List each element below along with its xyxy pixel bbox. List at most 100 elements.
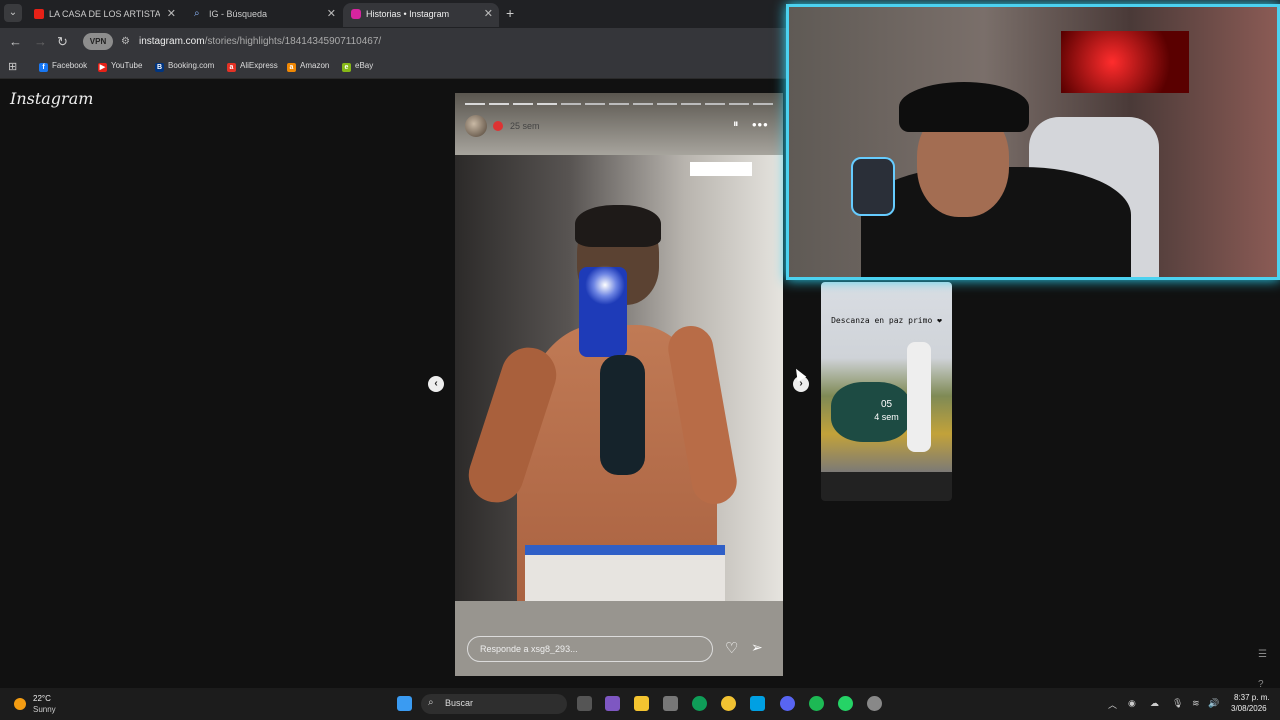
bookmark-booking[interactable]: B Booking.com bbox=[155, 61, 214, 72]
previous-story-button[interactable]: ‹ bbox=[428, 376, 444, 392]
photo-bottle bbox=[600, 355, 645, 475]
progress-segment bbox=[609, 103, 629, 105]
taskbar-search[interactable]: ⌕ Buscar bbox=[421, 694, 567, 714]
amazon-icon: a bbox=[287, 63, 296, 72]
tray-app-icon[interactable]: ◉ bbox=[1128, 698, 1136, 709]
story-photo[interactable] bbox=[455, 155, 783, 601]
pause-button[interactable]: ⏸ bbox=[733, 118, 739, 131]
tab-label: Historias • Instagram bbox=[366, 9, 450, 19]
weather-condition[interactable]: Sunny bbox=[33, 705, 56, 714]
tab-ig-search[interactable]: ⌕ IG - Búsqueda ✕ bbox=[186, 3, 342, 27]
new-tab-button[interactable]: + bbox=[506, 5, 514, 21]
url-field[interactable]: instagram.com/stories/highlights/1841434… bbox=[139, 36, 381, 47]
taskbar-search-label: Buscar bbox=[445, 698, 474, 708]
wifi-icon[interactable]: ≋ bbox=[1192, 698, 1200, 709]
vpn-badge[interactable]: VPN bbox=[83, 33, 113, 50]
story-progress-bars bbox=[465, 103, 773, 106]
thumbnail-day: 05 bbox=[880, 399, 893, 410]
reply-input[interactable] bbox=[467, 636, 713, 662]
chevron-up-icon[interactable]: ︿ bbox=[1108, 698, 1117, 711]
settings-icon[interactable] bbox=[867, 696, 882, 711]
avatar[interactable] bbox=[465, 115, 487, 137]
story-sticker bbox=[690, 162, 752, 176]
tab-youtube[interactable]: LA CASA DE LOS ARTISTAS: OV ✕ bbox=[26, 3, 182, 27]
sliders-icon[interactable]: ☰ bbox=[1258, 649, 1267, 660]
clock-date[interactable]: 3/08/2026 bbox=[1231, 704, 1267, 713]
spotify-icon[interactable] bbox=[809, 696, 824, 711]
aliexpress-icon: a bbox=[227, 63, 236, 72]
forward-arrow-icon[interactable]: → bbox=[34, 34, 47, 49]
progress-segment bbox=[729, 103, 749, 105]
task-view-icon[interactable] bbox=[577, 696, 592, 711]
search-icon: ⌕ bbox=[428, 697, 434, 708]
progress-segment bbox=[465, 103, 485, 105]
discord-icon[interactable] bbox=[780, 696, 795, 711]
tab-instagram-stories[interactable]: Historias • Instagram ✕ bbox=[343, 3, 499, 27]
chrome-icon[interactable] bbox=[721, 696, 736, 711]
progress-segment bbox=[753, 103, 773, 105]
search-icon: ⌕ bbox=[194, 8, 200, 19]
apps-grid-icon[interactable]: ⊞ bbox=[8, 60, 17, 73]
thumbnail-age: 4 sem bbox=[874, 412, 899, 422]
send-icon[interactable]: ➢ bbox=[751, 639, 763, 656]
bookmark-ebay[interactable]: e eBay bbox=[342, 61, 373, 72]
bookmark-label: YouTube bbox=[111, 61, 143, 70]
story-header: 25 sem ⏸ ••• bbox=[455, 93, 783, 155]
facebook-icon: f bbox=[39, 63, 48, 72]
taskbar: 22°C Sunny ⌕ Buscar ︿ ◉ ☁ 🎙 ≋ 🔊 8:37 p. … bbox=[0, 688, 1280, 720]
progress-segment bbox=[537, 103, 557, 105]
close-icon[interactable]: ✕ bbox=[167, 3, 176, 25]
edge-icon[interactable] bbox=[692, 696, 707, 711]
ebay-icon: e bbox=[342, 63, 351, 72]
cloud-icon[interactable]: ☁ bbox=[1150, 698, 1159, 709]
tab-search-button[interactable]: ⌄ bbox=[4, 4, 22, 22]
more-options-button[interactable]: ••• bbox=[752, 117, 769, 132]
progress-segment bbox=[705, 103, 725, 105]
sun-icon[interactable] bbox=[14, 698, 26, 710]
weather-temperature[interactable]: 22°C bbox=[33, 694, 51, 703]
bookmark-label: eBay bbox=[355, 61, 374, 70]
progress-segment bbox=[681, 103, 701, 105]
copilot-icon[interactable] bbox=[605, 696, 620, 711]
progress-segment bbox=[657, 103, 677, 105]
webcam-microphone bbox=[851, 157, 895, 216]
webcam-streamer-cap bbox=[899, 82, 1029, 132]
close-icon[interactable]: ✕ bbox=[327, 3, 336, 25]
site-settings-icon[interactable]: ⚙ bbox=[121, 36, 130, 47]
progress-segment bbox=[633, 103, 653, 105]
highlight-emoji-icon bbox=[493, 121, 503, 131]
file-explorer-icon[interactable] bbox=[634, 696, 649, 711]
url-path: /stories/highlights/18414345907110467/ bbox=[204, 36, 382, 47]
heart-icon[interactable]: ♡ bbox=[725, 639, 738, 657]
volume-icon[interactable]: 🔊 bbox=[1208, 698, 1219, 709]
webcam-tv-screen bbox=[1061, 31, 1189, 93]
youtube-icon: ▶ bbox=[98, 63, 107, 72]
reload-icon[interactable]: ↻ bbox=[57, 34, 68, 50]
story-footer: ♡ ➢ bbox=[455, 601, 783, 676]
bookmark-label: Facebook bbox=[52, 61, 88, 70]
bookmark-label: AliExpress bbox=[240, 61, 278, 70]
windows-start-icon[interactable] bbox=[397, 696, 412, 711]
next-story-thumbnail[interactable]: Descanza en paz primo ❤ 05 4 sem bbox=[821, 282, 952, 501]
instagram-logo[interactable]: Instagram bbox=[10, 89, 93, 108]
clock-time[interactable]: 8:37 p. m. bbox=[1234, 693, 1270, 702]
progress-segment bbox=[585, 103, 605, 105]
bookmark-amazon[interactable]: a Amazon bbox=[287, 61, 329, 72]
back-arrow-icon[interactable]: ← bbox=[9, 34, 22, 49]
app-f-icon[interactable] bbox=[750, 696, 765, 711]
progress-segment bbox=[489, 103, 509, 105]
bookmark-aliexpress[interactable]: a AliExpress bbox=[227, 61, 278, 72]
progress-segment bbox=[561, 103, 581, 105]
bookmark-facebook[interactable]: f Facebook bbox=[39, 61, 87, 72]
bookmark-label: Booking.com bbox=[168, 61, 215, 70]
store-icon[interactable] bbox=[663, 696, 678, 711]
whatsapp-icon[interactable] bbox=[838, 696, 853, 711]
photo-flash bbox=[585, 265, 625, 305]
microphone-icon[interactable]: 🎙 bbox=[1172, 698, 1183, 709]
bookmark-youtube[interactable]: ▶ YouTube bbox=[98, 61, 142, 72]
instagram-icon bbox=[351, 9, 361, 19]
thumbnail-image bbox=[821, 282, 952, 472]
close-icon[interactable]: ✕ bbox=[484, 3, 493, 25]
tab-label: IG - Búsqueda bbox=[209, 9, 268, 19]
tab-label: LA CASA DE LOS ARTISTAS: OV bbox=[49, 9, 160, 19]
